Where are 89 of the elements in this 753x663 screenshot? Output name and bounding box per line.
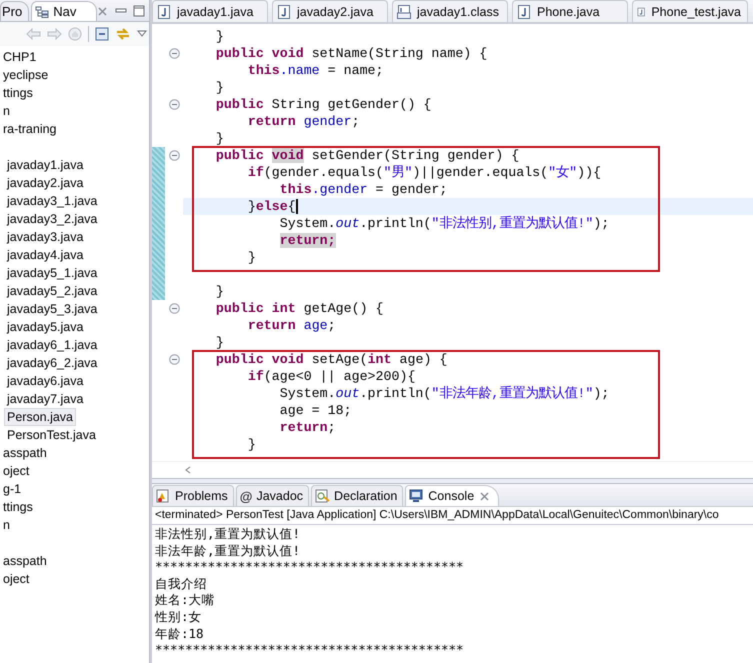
class-file-icon [397, 4, 411, 18]
code-line: this.name = name; [246, 62, 385, 79]
console-line: 年龄:18 [155, 626, 204, 641]
tree-item[interactable]: oject [0, 462, 32, 480]
code-line: public String getGender() { [214, 96, 432, 113]
tree-item[interactable]: asspath [0, 444, 50, 462]
tree-item[interactable]: javaday5.java [4, 318, 86, 336]
console-line: ***************************************** [155, 642, 464, 658]
tree-item[interactable]: asspath [0, 552, 50, 570]
tree-item[interactable]: javaday3_1.java [4, 192, 100, 210]
tree-item[interactable]: javaday2.java [4, 174, 86, 192]
tree-item[interactable]: javaday6_2.java [4, 354, 100, 372]
tree-item[interactable]: n [0, 102, 13, 120]
tree-item[interactable]: PersonTest.java [4, 426, 99, 444]
code-line: } [214, 79, 225, 96]
console-header: <terminated> PersonTest [Java Application] C:\Users\IBM_ADMIN\AppData\Local\Genuitec\Common\binary\co [152, 506, 753, 525]
java-file-icon [277, 4, 291, 18]
code-line: public void setGender(String gender) { [214, 147, 520, 164]
code-line: if(gender.equals("男")||gender.equals("女")){ [246, 164, 602, 181]
tree-item[interactable]: ttings [0, 84, 36, 102]
code-line: public int getAge() { [214, 300, 385, 317]
code-line: System.out.println("非法性别,重置为默认值!"); [278, 215, 610, 232]
fold-icon[interactable] [168, 48, 180, 59]
tree-item[interactable]: oject [0, 570, 32, 588]
view-tab[interactable]: Console [405, 485, 500, 506]
menu-icon[interactable] [137, 30, 147, 38]
code-line: public void setAge(int age) { [214, 351, 448, 368]
tree-item[interactable]: javaday5_3.java [4, 300, 100, 318]
tree-item[interactable]: javaday6.java [4, 372, 86, 390]
console-line: 姓名:大嘴 [155, 592, 215, 608]
code-line: return gender; [246, 113, 361, 130]
tree-item[interactable]: javaday1.java [4, 156, 86, 174]
fold-icon[interactable] [168, 150, 180, 161]
problems-icon [156, 489, 171, 503]
code-line: } [214, 28, 225, 45]
tree-item[interactable]: n [0, 516, 13, 534]
console-line: 性别:女 [155, 608, 202, 624]
tree-item[interactable]: Person.java [4, 408, 76, 426]
tree-item[interactable]: javaday6_1.java [4, 336, 100, 354]
editor-tab[interactable]: javaday1.java [152, 0, 268, 22]
tree-item[interactable]: javaday3.java [4, 228, 86, 246]
console-line: 非法性别,重置为默认值! [155, 526, 300, 541]
code-line: } [246, 249, 257, 266]
fold-icon[interactable] [168, 303, 180, 314]
console-line: ***************************************** [155, 559, 464, 574]
code-line: public void setName(String name) { [214, 45, 488, 62]
tree-item[interactable]: ra-traning [0, 120, 60, 138]
at-sign-icon: @ [240, 488, 252, 504]
code-line: } [246, 436, 257, 453]
code-line: age = 18; [278, 402, 353, 419]
code-line: this.gender = gender; [278, 181, 448, 198]
tree-item[interactable]: javaday5_2.java [4, 282, 100, 300]
tree-item[interactable]: yeclipse [0, 66, 52, 84]
editor-tab[interactable]: Phone.java [512, 0, 628, 22]
view-tab[interactable]: Pro [0, 1, 30, 21]
view-tab[interactable]: @ Javadoc [236, 485, 310, 506]
close-icon[interactable] [479, 490, 490, 502]
console-line: 自我介绍 [155, 576, 207, 591]
console-line: 非法年龄,重置为默认值! [155, 542, 300, 558]
tree-item[interactable]: javaday4.java [4, 246, 86, 264]
view-tab[interactable]: Problems [152, 485, 234, 506]
code-line: System.out.println("非法年龄,重置为默认值!"); [278, 385, 610, 402]
java-file-icon [157, 4, 171, 18]
code-line: return age; [246, 317, 337, 334]
tree-item[interactable]: CHP1 [0, 48, 40, 66]
tree-item[interactable]: javaday7.java [4, 390, 86, 408]
java-file-icon [517, 4, 531, 18]
fold-icon[interactable] [168, 99, 180, 110]
declaration-icon [315, 489, 330, 503]
editor-tab[interactable]: Phone_test.java [632, 0, 748, 22]
code-line: if(age<0 || age>200){ [246, 368, 416, 385]
code-line: } [214, 130, 225, 147]
tree-item[interactable]: javaday5_1.java [4, 264, 100, 282]
code-line: return; [278, 419, 337, 436]
collapse-all-icon[interactable] [95, 27, 109, 41]
monitor-icon [409, 489, 424, 503]
tree-item[interactable]: javaday3_2.java [4, 210, 100, 228]
code-line: } [214, 334, 225, 351]
tree-item[interactable]: g-1 [0, 480, 24, 498]
navigator-icon [35, 6, 50, 18]
scroll-left-icon[interactable] [184, 466, 192, 474]
editor-tab[interactable]: javaday2.java [272, 0, 388, 22]
code-line: } [214, 283, 225, 300]
view-tab[interactable]: Declaration [311, 485, 404, 506]
tree-item[interactable]: ttings [0, 498, 36, 516]
editor-tab[interactable]: javaday1.class [392, 0, 508, 22]
fold-icon[interactable] [168, 354, 180, 365]
maximize-icon[interactable] [133, 4, 145, 16]
close-icon[interactable] [97, 6, 108, 17]
